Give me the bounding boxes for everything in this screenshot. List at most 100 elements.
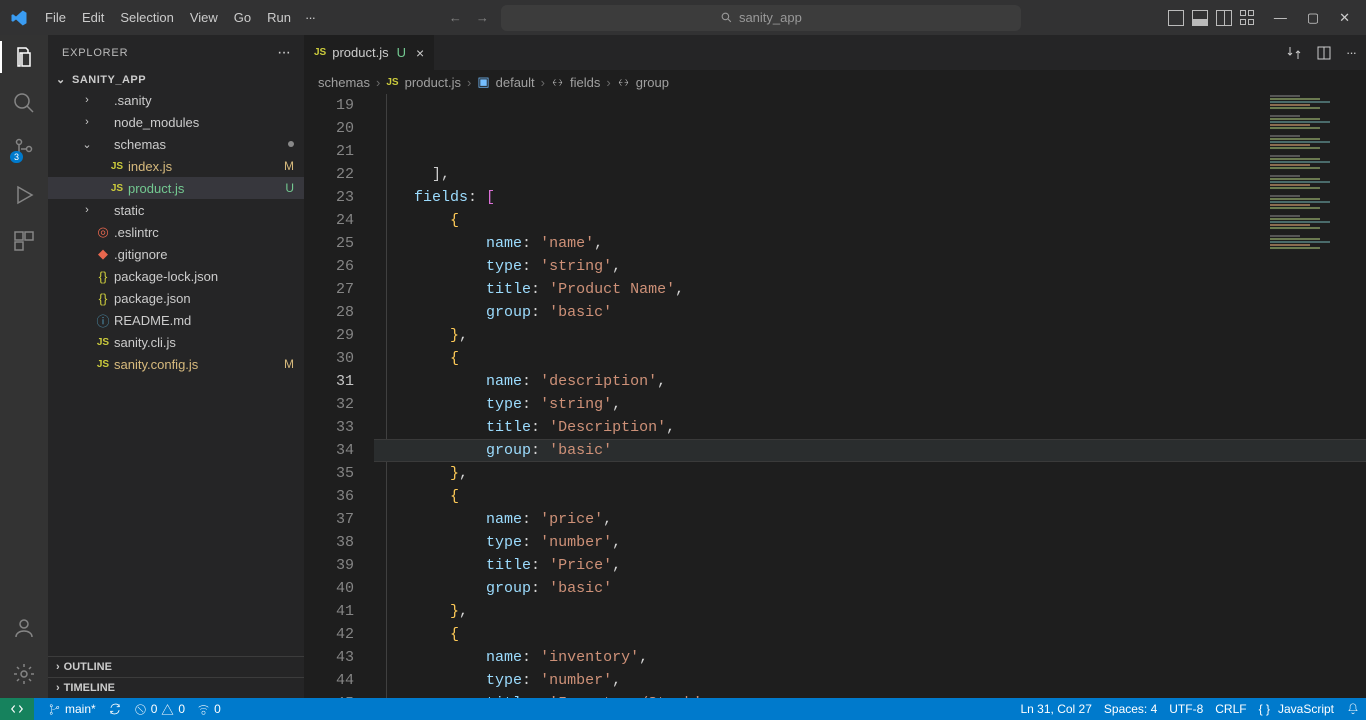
activity-extensions-icon[interactable] <box>12 229 36 253</box>
outline-section[interactable]: › OUTLINE <box>48 656 304 677</box>
chevron-icon: ⌄ <box>80 138 94 151</box>
git-status: M <box>284 357 294 371</box>
minimize-icon[interactable]: — <box>1274 10 1287 26</box>
maximize-icon[interactable]: ▢ <box>1307 10 1319 26</box>
code-line[interactable]: { <box>374 623 1366 646</box>
code-line[interactable]: type: 'string', <box>374 255 1366 278</box>
code-line[interactable]: { <box>374 209 1366 232</box>
tree-row[interactable]: ›.sanity <box>48 89 304 111</box>
code-content[interactable]: ], fields: [ { name: 'name', type: 'stri… <box>374 94 1366 698</box>
menu-view[interactable]: View <box>183 9 225 26</box>
code-line[interactable]: group: 'basic' <box>374 439 1366 462</box>
toggle-primary-sidebar-icon[interactable] <box>1168 10 1184 26</box>
activity-accounts-icon[interactable] <box>12 616 36 640</box>
project-name: SANITY_APP <box>72 74 146 86</box>
code-line[interactable]: name: 'name', <box>374 232 1366 255</box>
tree-row[interactable]: ◎.eslintrc <box>48 221 304 243</box>
code-line[interactable]: name: 'inventory', <box>374 646 1366 669</box>
tree-row[interactable]: {}package.json <box>48 287 304 309</box>
code-line[interactable]: group: 'basic' <box>374 301 1366 324</box>
tree-row[interactable]: ⓘREADME.md <box>48 309 304 331</box>
tree-row[interactable]: ›node_modules <box>48 111 304 133</box>
tree-row[interactable]: {}package-lock.json <box>48 265 304 287</box>
menu-edit[interactable]: Edit <box>75 9 111 26</box>
code-line[interactable]: }, <box>374 600 1366 623</box>
code-line[interactable]: fields: [ <box>374 186 1366 209</box>
breadcrumb-item[interactable]: JSproduct.js <box>386 75 461 90</box>
code-line[interactable]: type: 'string', <box>374 393 1366 416</box>
code-line[interactable]: group: 'basic' <box>374 577 1366 600</box>
notifications-icon[interactable] <box>1340 698 1366 720</box>
menu-run[interactable]: Run <box>260 9 298 26</box>
breadcrumb-item[interactable]: group <box>617 75 669 90</box>
tree-row[interactable]: JSsanity.config.jsM <box>48 353 304 375</box>
tree-row[interactable]: JSindex.jsM <box>48 155 304 177</box>
sync-changes[interactable] <box>102 698 128 720</box>
tab-more-icon[interactable]: ··· <box>1346 45 1356 60</box>
sidebar-title: EXPLORER <box>62 47 128 59</box>
code-line[interactable]: name: 'price', <box>374 508 1366 531</box>
activity-source-control-icon[interactable]: 3 <box>12 137 36 161</box>
split-editor-icon[interactable] <box>1316 45 1332 61</box>
toggle-panel-icon[interactable] <box>1192 10 1208 26</box>
encoding[interactable]: UTF-8 <box>1163 698 1209 720</box>
nav-forward-icon[interactable]: → <box>476 10 489 25</box>
tree-row[interactable]: ›static <box>48 199 304 221</box>
menu-go[interactable]: Go <box>227 9 258 26</box>
code-editor[interactable]: 1920212223242526272829303132333435363738… <box>304 94 1366 698</box>
tree-row[interactable]: ⌄schemas <box>48 133 304 155</box>
activity-search-icon[interactable] <box>12 91 36 115</box>
breadcrumbs[interactable]: schemas›JSproduct.js›▣default›fields›gro… <box>304 70 1366 94</box>
breadcrumb-item[interactable]: schemas <box>318 75 370 90</box>
activity-explorer-icon[interactable] <box>12 45 36 69</box>
workbench: 3 EXPLORER ··· ⌄ SANITY_APP ›.sanity›nod… <box>0 35 1366 698</box>
code-line[interactable]: title: 'Inventory/Stock', <box>374 692 1366 698</box>
nav-history: ← → <box>449 10 489 25</box>
code-line[interactable]: type: 'number', <box>374 669 1366 692</box>
customize-layout-icon[interactable] <box>1240 10 1256 26</box>
tab-product-js[interactable]: JS product.js U × <box>304 35 435 70</box>
code-line[interactable]: { <box>374 347 1366 370</box>
nav-back-icon[interactable]: ← <box>449 10 462 25</box>
tree-label: .eslintrc <box>114 225 294 240</box>
code-line[interactable]: ], <box>374 163 1366 186</box>
sidebar-header: EXPLORER ··· <box>48 35 304 70</box>
compare-changes-icon[interactable] <box>1286 45 1302 61</box>
code-line[interactable]: name: 'description', <box>374 370 1366 393</box>
command-center[interactable]: sanity_app <box>501 5 1021 31</box>
activity-run-debug-icon[interactable] <box>12 183 36 207</box>
tree-label: .sanity <box>114 93 294 108</box>
menu-overflow-icon[interactable]: ··· <box>298 9 322 26</box>
breadcrumb-item[interactable]: ▣default <box>477 74 534 90</box>
project-section[interactable]: ⌄ SANITY_APP <box>48 70 304 89</box>
sidebar-more-icon[interactable]: ··· <box>277 44 290 62</box>
language-mode[interactable]: { }JavaScript <box>1253 698 1340 720</box>
breadcrumb-item[interactable]: fields <box>551 75 600 90</box>
tree-row[interactable]: ◆.gitignore <box>48 243 304 265</box>
code-line[interactable]: }, <box>374 462 1366 485</box>
problems[interactable]: 0 0 <box>128 698 191 720</box>
cursor-position[interactable]: Ln 31, Col 27 <box>1015 698 1098 720</box>
timeline-section[interactable]: › TIMELINE <box>48 677 304 698</box>
toggle-secondary-sidebar-icon[interactable] <box>1216 10 1232 26</box>
chevron-right-icon: › <box>56 661 60 673</box>
tree-row[interactable]: JSproduct.jsU <box>48 177 304 199</box>
ports[interactable]: 0 <box>191 698 227 720</box>
git-branch[interactable]: main* <box>42 698 102 720</box>
code-line[interactable]: title: 'Description', <box>374 416 1366 439</box>
remote-indicator[interactable] <box>0 698 34 720</box>
eol[interactable]: CRLF <box>1209 698 1252 720</box>
tab-close-icon[interactable]: × <box>416 45 424 61</box>
menu-selection[interactable]: Selection <box>113 9 180 26</box>
chevron-icon: › <box>80 116 94 128</box>
code-line[interactable]: title: 'Product Name', <box>374 278 1366 301</box>
code-line[interactable]: title: 'Price', <box>374 554 1366 577</box>
tree-row[interactable]: JSsanity.cli.js <box>48 331 304 353</box>
code-line[interactable]: type: 'number', <box>374 531 1366 554</box>
activity-settings-icon[interactable] <box>12 662 36 686</box>
close-icon[interactable]: ✕ <box>1339 10 1350 26</box>
code-line[interactable]: { <box>374 485 1366 508</box>
menu-file[interactable]: File <box>38 9 73 26</box>
code-line[interactable]: }, <box>374 324 1366 347</box>
indentation[interactable]: Spaces: 4 <box>1098 698 1163 720</box>
